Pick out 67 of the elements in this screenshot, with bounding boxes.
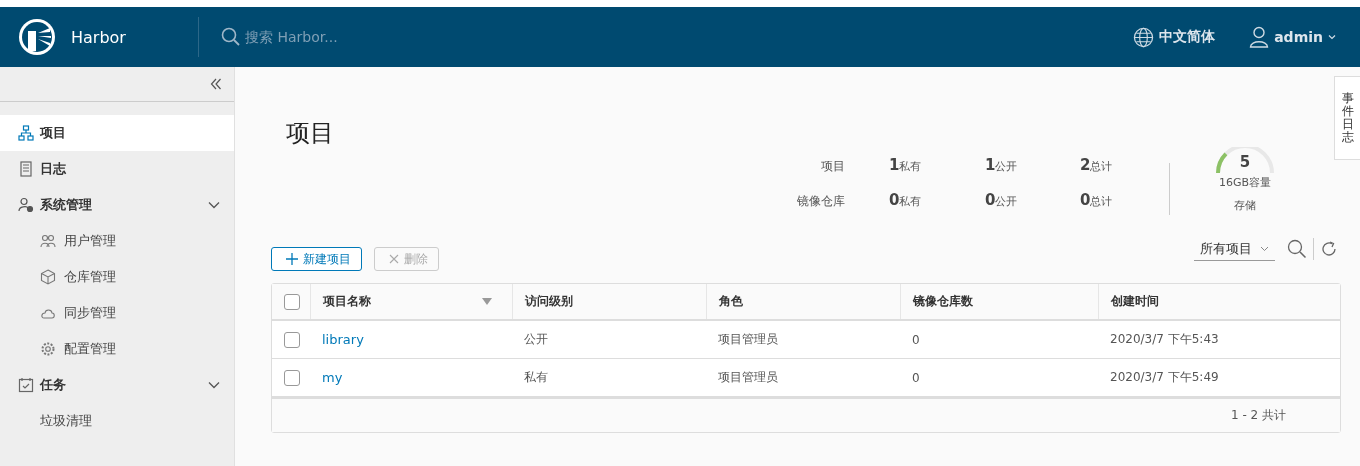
storage-gauge [1214, 147, 1276, 173]
sidebar-item[interactable]: 项目 [0, 115, 234, 151]
app-name: Harbor [71, 27, 126, 47]
table-cell: 项目管理员 [718, 331, 778, 348]
caret-icon [1260, 245, 1269, 252]
table-cell: 私有 [524, 369, 548, 386]
language-button[interactable]: 中文简体 [1133, 26, 1216, 48]
column-header[interactable]: 访问级别 [512, 284, 706, 319]
refresh-icon[interactable] [1320, 240, 1338, 258]
stat-label: 项目 [820, 158, 846, 175]
user-menu-button[interactable]: admin [1249, 26, 1336, 48]
document-icon [18, 161, 34, 177]
cube-icon [40, 269, 56, 285]
page-title: 项目 [286, 118, 334, 149]
pagination-info: 1 - 2 共计 [1230, 407, 1286, 424]
sidebar-item[interactable]: 日志 [0, 151, 234, 187]
lighthouse-logo-icon [17, 17, 57, 57]
table-cell: 0 [912, 332, 920, 347]
sidebar-item[interactable]: 用户管理 [0, 223, 234, 259]
storage-value: 5 [1239, 153, 1251, 171]
table-cell: 0 [912, 370, 920, 385]
table-cell: 2020/3/7 下午5:43 [1110, 331, 1219, 348]
table-cell: 2020/3/7 下午5:49 [1110, 369, 1219, 386]
globe-icon [1133, 26, 1155, 48]
sidebar-item[interactable]: 系统管理 [0, 187, 234, 223]
search-icon [221, 27, 241, 47]
search-icon[interactable] [1287, 239, 1307, 259]
stat-value: 1私有 [888, 156, 923, 174]
sidebar-item[interactable]: 同步管理 [0, 295, 234, 331]
user-gear-icon [18, 197, 34, 213]
row-checkbox[interactable] [284, 369, 300, 386]
stat-label: 镜像仓库 [797, 193, 846, 210]
gear-icon [40, 341, 56, 357]
sidebar-item[interactable]: 垃圾清理 [0, 403, 234, 439]
event-log-tab[interactable]: 事件日志 [1334, 76, 1360, 160]
column-header[interactable]: 项目名称 [310, 284, 512, 319]
sidebar-item[interactable]: 任务 [0, 367, 234, 403]
table-cell: 项目管理员 [718, 369, 778, 386]
project-link[interactable]: library [322, 332, 364, 347]
stat-value: 0总计 [1079, 191, 1114, 209]
new-project-button[interactable]: 新建项目 [271, 247, 362, 271]
sidebar-item[interactable]: 配置管理 [0, 331, 234, 367]
storage-label: 存储 [1234, 198, 1256, 213]
filter-icon[interactable] [482, 297, 492, 306]
caret-icon [1328, 34, 1336, 40]
hierarchy-icon [18, 125, 34, 141]
table-cell: 公开 [524, 331, 548, 348]
plus-icon [286, 253, 298, 265]
capacity-label: 16GB容量 [1218, 175, 1272, 190]
project-filter-dropdown[interactable]: 所有项目 [1194, 237, 1275, 261]
close-icon [389, 254, 399, 264]
search-field[interactable]: 搜索 Harbor... [243, 28, 487, 46]
collapse-icon[interactable] [210, 78, 222, 90]
stat-value: 2总计 [1079, 156, 1114, 174]
select-all-checkbox[interactable] [284, 293, 300, 310]
user-icon [1249, 26, 1270, 48]
column-header[interactable]: 镜像仓库数 [900, 284, 1098, 319]
sidebar-item[interactable]: 仓库管理 [0, 259, 234, 295]
column-header[interactable]: 角色 [706, 284, 900, 319]
column-header[interactable]: 创建时间 [1098, 284, 1338, 319]
users-icon [40, 233, 56, 249]
calendar-check-icon [18, 377, 34, 393]
row-checkbox[interactable] [284, 331, 300, 348]
stat-value: 0私有 [888, 191, 923, 209]
stat-value: 1公开 [984, 156, 1019, 174]
project-link[interactable]: my [322, 370, 343, 385]
stat-value: 0公开 [984, 191, 1019, 209]
